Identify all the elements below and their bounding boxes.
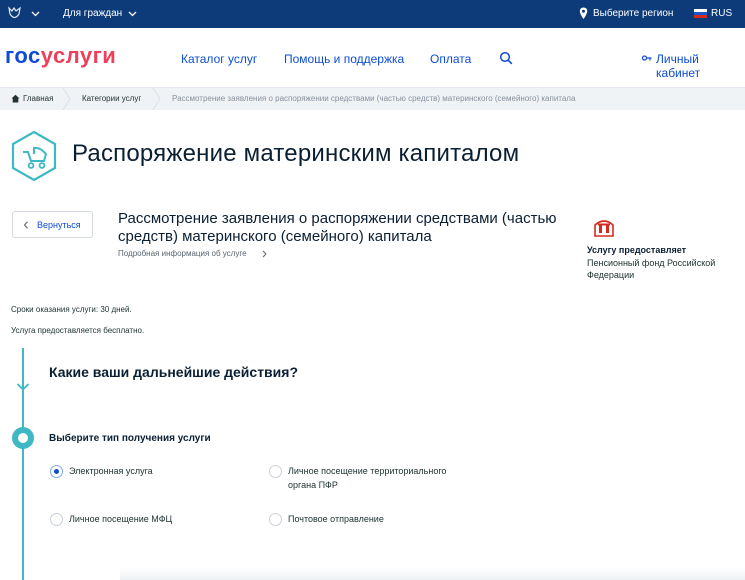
step-indicator-center — [18, 433, 28, 443]
emblem-icon[interactable] — [6, 5, 23, 22]
personal-cabinet-link[interactable]: Личный кабинет — [656, 52, 745, 80]
bottom-shadow — [120, 568, 745, 580]
service-cost: Услуга предоставляется бесплатно. — [11, 326, 145, 335]
home-icon[interactable] — [11, 94, 20, 103]
step-indicator — [12, 427, 34, 449]
main-header: госуслуги Каталог услуг Помощь и поддерж… — [0, 28, 745, 88]
service-name: Рассмотрение заявления о распоряжении ср… — [118, 210, 557, 245]
chevron-down-icon[interactable] — [31, 9, 40, 18]
breadcrumb-categories[interactable]: Категории услуг — [82, 94, 141, 103]
region-selector[interactable]: Выберите регион — [593, 8, 673, 19]
option-post-label[interactable]: Почтовое отправление — [288, 512, 384, 526]
breadcrumb: Главная Категории услуг Рассмотрение зая… — [0, 88, 745, 110]
chevron-left-icon — [23, 221, 28, 229]
top-bar: Для граждан Выберите регион RUS — [0, 0, 745, 28]
arrow-down-icon — [16, 383, 30, 391]
provider-name: Пенсионный фонд Российской Федерации — [587, 258, 716, 280]
chevron-down-icon[interactable] — [128, 9, 137, 18]
option-pfr-visit-label[interactable]: Личное посещение территориального органа… — [288, 464, 468, 492]
back-button-label: Вернуться — [37, 220, 81, 230]
radio-mfc-visit[interactable] — [50, 513, 63, 526]
location-pin-icon — [579, 7, 588, 19]
gosuslugi-logo[interactable]: госуслуги — [5, 43, 116, 69]
breadcrumb-separator — [152, 88, 161, 110]
breadcrumb-separator — [62, 88, 71, 110]
key-icon — [642, 55, 652, 61]
back-button[interactable]: Вернуться — [12, 211, 93, 238]
service-term: Сроки оказания услуги: 30 дней. — [11, 305, 132, 314]
stroller-hexagon-icon — [11, 130, 57, 182]
nav-help[interactable]: Помощь и поддержка — [284, 52, 404, 66]
option-electronic-label[interactable]: Электронная услуга — [69, 464, 153, 478]
provider-label: Услугу предоставляет — [587, 245, 687, 255]
language-selector[interactable]: RUS — [711, 8, 732, 19]
radio-electronic[interactable] — [50, 465, 63, 478]
breadcrumb-home[interactable]: Главная — [23, 94, 53, 103]
page-title: Распоряжение материнским капиталом — [72, 140, 520, 167]
nav-catalog[interactable]: Каталог услуг — [181, 52, 257, 66]
more-info-link[interactable]: Подробная информация об услуге — [118, 249, 247, 258]
breadcrumb-current: Рассмотрение заявления о распоряжении ср… — [172, 94, 576, 103]
question-heading: Какие ваши дальнейшие действия? — [49, 364, 298, 380]
russian-flag-icon — [694, 9, 707, 18]
radio-post[interactable] — [269, 513, 282, 526]
radio-selected-dot — [54, 469, 59, 474]
pfr-logo — [594, 220, 614, 237]
chevron-right-icon[interactable] — [262, 250, 267, 258]
search-icon[interactable] — [499, 51, 513, 65]
choose-type-heading: Выберите тип получения услуги — [49, 433, 211, 444]
radio-pfr-visit[interactable] — [269, 465, 282, 478]
citizens-menu[interactable]: Для граждан — [63, 8, 122, 19]
option-mfc-visit-label[interactable]: Личное посещение МФЦ — [69, 512, 172, 526]
nav-payment[interactable]: Оплата — [430, 52, 471, 66]
